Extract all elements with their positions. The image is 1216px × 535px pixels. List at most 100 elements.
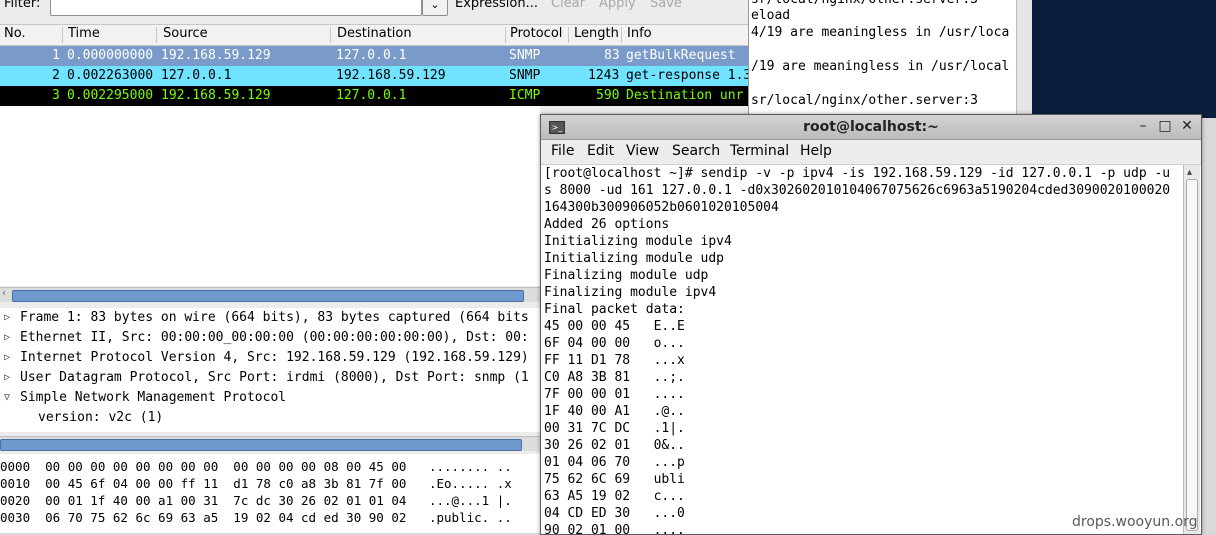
packet-no: 1 xyxy=(52,48,60,63)
save-button[interactable]: Save xyxy=(650,0,682,11)
packet-protocol: ICMP xyxy=(509,88,541,103)
background-terminal-scrollbar[interactable] xyxy=(1016,0,1033,118)
packet-destination: 127.0.0.1 xyxy=(336,48,407,63)
terminal-line: Finalizing module udp xyxy=(544,268,709,283)
filter-input[interactable] xyxy=(50,0,422,16)
filter-dropdown-button[interactable]: ⌄ xyxy=(422,0,448,16)
expand-triangle-icon[interactable]: ▷ xyxy=(4,308,14,328)
column-source[interactable]: Source xyxy=(163,26,208,41)
menu-search[interactable]: Search xyxy=(672,143,720,159)
scroll-up-icon[interactable]: ▴ xyxy=(1187,167,1192,178)
terminal-line: 04 CD ED 30 ...0 xyxy=(544,506,685,521)
column-destination[interactable]: Destination xyxy=(337,26,412,41)
terminal-vscrollbar[interactable]: ▴ xyxy=(1183,165,1200,534)
packet-list-hscrollbar[interactable]: ‹ xyxy=(0,287,540,302)
bg-terminal-line: eload xyxy=(751,8,791,23)
scrollbar-thumb[interactable] xyxy=(0,439,522,451)
collapse-triangle-icon[interactable]: ▽ xyxy=(4,388,14,408)
packet-info: Destination unr xyxy=(626,88,744,103)
column-length[interactable]: Length xyxy=(574,26,619,41)
column-time[interactable]: Time xyxy=(68,26,100,41)
terminal-title: root@localhost:~ xyxy=(803,119,939,135)
close-icon[interactable]: ✕ xyxy=(1179,118,1195,134)
terminal-line: 1F 40 00 A1 .@.. xyxy=(544,404,685,419)
terminal-line: 6F 04 00 00 o... xyxy=(544,336,685,351)
scrollbar-thumb[interactable] xyxy=(1186,179,1198,531)
terminal-output[interactable]: [root@localhost ~]# sendip -v -p ipv4 -i… xyxy=(541,165,1183,534)
terminal-line: 164300b300906052b0601020105004 xyxy=(544,200,779,215)
terminal-line: C0 A8 3B 81 ..;. xyxy=(544,370,685,385)
packet-source: 127.0.0.1 xyxy=(161,68,232,83)
expand-triangle-icon[interactable]: ▷ xyxy=(4,348,14,368)
terminal-line: 90 02 01 00 .... xyxy=(544,523,685,535)
terminal-line: 30 26 02 01 0&.. xyxy=(544,438,685,453)
bytes-row: 0010 00 45 6f 04 00 00 ff 11 d1 78 c0 a8… xyxy=(0,476,512,491)
menu-view[interactable]: View xyxy=(626,143,659,159)
packet-protocol: SNMP xyxy=(509,68,541,83)
packet-list-header: No. Time Source Destination Protocol Len… xyxy=(0,24,748,46)
packet-destination: 127.0.0.1 xyxy=(336,88,407,103)
menu-edit[interactable]: Edit xyxy=(587,143,614,159)
scrollbar-thumb[interactable] xyxy=(12,290,524,302)
terminal-line: 45 00 00 45 E..E xyxy=(544,319,685,334)
terminal-menubar: File Edit View Search Terminal Help xyxy=(541,140,1201,165)
packet-row[interactable]: 3 0.002295000 192.168.59.129 127.0.0.1 I… xyxy=(0,86,748,106)
packet-time: 0.002263000 xyxy=(67,68,154,83)
terminal-line: 01 04 06 70 ...p xyxy=(544,455,685,470)
terminal-window: >_ root@localhost:~ – □ ✕ File Edit View… xyxy=(540,114,1202,535)
menu-terminal[interactable]: Terminal xyxy=(730,143,789,159)
packet-no: 3 xyxy=(52,88,60,103)
terminal-line: 63 A5 19 02 c... xyxy=(544,489,685,504)
packet-protocol: SNMP xyxy=(509,48,541,63)
terminal-line: Finalizing module ipv4 xyxy=(544,285,717,300)
scroll-left-icon[interactable]: ‹ xyxy=(2,288,12,299)
details-hscrollbar[interactable]: ‹ xyxy=(0,436,540,451)
packet-destination: 192.168.59.129 xyxy=(336,68,446,83)
desktop-background xyxy=(1032,0,1216,118)
menu-help[interactable]: Help xyxy=(800,143,832,159)
packet-info: get-response 1.3 xyxy=(626,68,748,83)
terminal-line: Added 26 options xyxy=(544,217,670,232)
bytes-row: 0030 06 70 75 62 6c 69 63 a5 19 02 04 cd… xyxy=(0,510,512,525)
terminal-line: FF 11 D1 78 ...x xyxy=(544,353,685,368)
terminal-titlebar[interactable]: >_ root@localhost:~ – □ ✕ xyxy=(541,115,1201,140)
clear-button[interactable]: Clear xyxy=(551,0,585,11)
chevron-down-icon: ⌄ xyxy=(430,0,440,11)
packet-row[interactable]: 1 0.000000000 192.168.59.129 127.0.0.1 S… xyxy=(0,46,748,66)
packet-bytes-pane: 0000 00 00 00 00 00 00 00 00 00 00 00 00… xyxy=(0,454,540,533)
expand-triangle-icon[interactable]: ▷ xyxy=(4,368,14,388)
bg-terminal-line: 4/19 are meaningless in /usr/loca xyxy=(751,25,1010,40)
packet-length: 1243 xyxy=(588,68,620,83)
filter-label: Filter: xyxy=(4,0,41,11)
column-protocol[interactable]: Protocol xyxy=(510,26,562,41)
bg-terminal-line: /19 are meaningless in /usr/local xyxy=(751,59,1010,74)
column-no[interactable]: No. xyxy=(4,26,26,41)
terminal-line: 7F 00 00 01 .... xyxy=(544,387,685,402)
apply-button[interactable]: Apply xyxy=(599,0,636,11)
terminal-line: Initializing module ipv4 xyxy=(544,234,732,249)
terminal-line: 75 62 6C 69 ubli xyxy=(544,472,685,487)
menu-file[interactable]: File xyxy=(551,143,574,159)
terminal-line: Initializing module udp xyxy=(544,251,725,266)
packet-info: getBulkRequest xyxy=(626,48,736,63)
background-terminal: sr/local/nginx/other.server:3 eload 4/19… xyxy=(748,0,1019,118)
bg-terminal-line: sr/local/nginx/other.server:3 xyxy=(751,93,978,108)
watermark: drops.wooyun.org xyxy=(1072,514,1198,530)
terminal-line: 00 31 7C DC .1|. xyxy=(544,421,685,436)
maximize-icon[interactable]: □ xyxy=(1157,118,1173,134)
expression-button[interactable]: Expression... xyxy=(455,0,538,11)
bytes-row: 0020 00 01 1f 40 00 a1 00 31 7c dc 30 26… xyxy=(0,493,512,508)
packet-details-pane: ▷ Frame 1: 83 bytes on wire (664 bits), 8… xyxy=(0,308,540,432)
terminal-line: [root@localhost ~]# sendip -v -p ipv4 -i… xyxy=(544,166,1171,181)
terminal-line: s 8000 -ud 161 127.0.0.1 -d0x30260201010… xyxy=(544,183,1171,198)
minimize-icon[interactable]: – xyxy=(1135,118,1151,134)
packet-no: 2 xyxy=(52,68,60,83)
column-info[interactable]: Info xyxy=(627,26,652,41)
packet-row[interactable]: 2 0.002263000 127.0.0.1 192.168.59.129 S… xyxy=(0,66,748,86)
bytes-row: 0000 00 00 00 00 00 00 00 00 00 00 00 00… xyxy=(0,459,512,474)
packet-source: 192.168.59.129 xyxy=(161,88,271,103)
filter-toolbar: Filter: ⌄ Expression... Clear Apply Save xyxy=(0,0,748,16)
packet-list-empty-area xyxy=(0,106,540,286)
packet-length: 83 xyxy=(604,48,620,63)
expand-triangle-icon[interactable]: ▷ xyxy=(4,328,14,348)
